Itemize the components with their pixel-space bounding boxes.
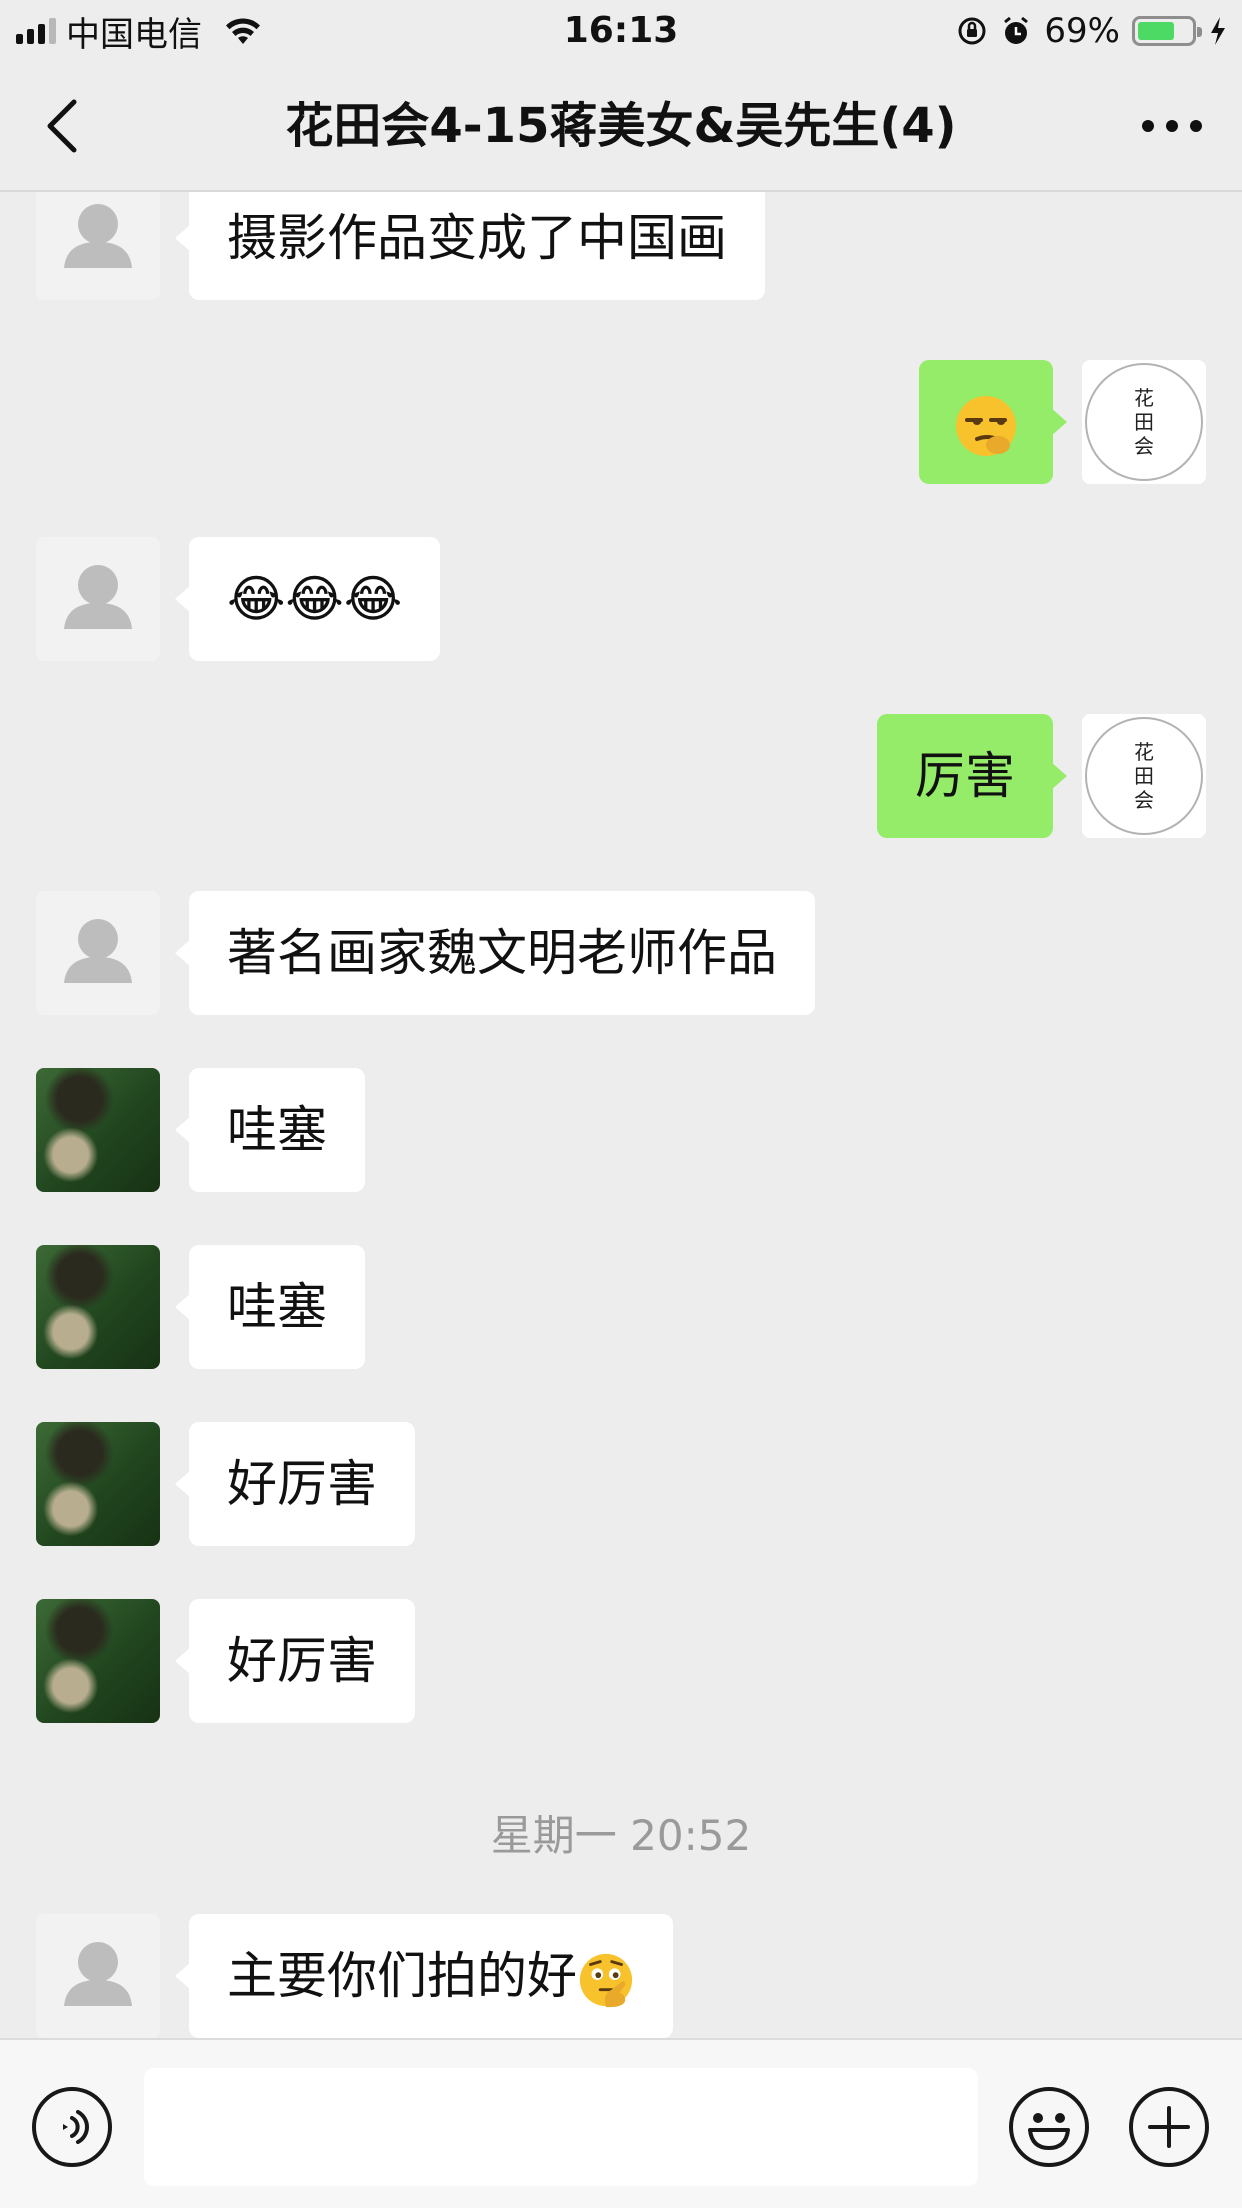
thinking-emoji [579,1953,633,2007]
user-photo-avatar[interactable] [36,1599,160,1723]
emoji-button[interactable] [1009,2087,1089,2167]
message-input[interactable] [144,2068,978,2186]
message-text: 主要你们拍的好 [227,1947,577,2005]
user-photo-avatar[interactable] [36,1422,160,1546]
more-options-icon[interactable] [1142,106,1202,146]
battery-icon [1132,16,1202,46]
voice-icon [63,2110,89,2144]
default-avatar[interactable] [36,891,160,1015]
smiley-icon [1028,2113,1070,2150]
avatar-logo-text: 花田会 [1134,740,1154,812]
default-person-icon [64,1942,132,2006]
battery-percent: 69% [1044,11,1120,51]
status-right: 69% [956,8,1228,54]
user-photo-avatar[interactable] [36,1068,160,1192]
plus-icon [1148,2106,1190,2148]
message-timestamp: 星期一 20:52 [490,1811,752,1860]
battery-level [1138,22,1174,40]
message-bubble[interactable]: 好厉害 [175,1599,415,1723]
smirk-emoji [956,395,1016,456]
default-avatar[interactable] [36,1914,160,2038]
message-bubble[interactable]: 厉害 [877,714,1067,838]
alarm-icon [1004,16,1029,44]
default-avatar[interactable] [36,537,160,661]
default-person-icon [64,919,132,983]
user-photo-avatar[interactable] [36,1245,160,1369]
message-bubble[interactable]: 主要你们拍的好 [175,1914,673,2038]
message-list[interactable]: 摄影作品变成了中国画 花田会 😂😂😂 花田会 厉害 著名画家魏文明老师作品 哇塞… [0,192,1242,2038]
message-bubble[interactable]: 著名画家魏文明老师作品 [175,891,815,1015]
own-avatar[interactable]: 花田会 [1082,360,1206,484]
input-bar [0,2038,1242,2208]
message-bubble[interactable]: 摄影作品变成了中国画 [175,192,765,300]
avatar-logo-text: 花田会 [1134,386,1154,458]
charging-bolt-icon [1211,17,1225,45]
rotation-lock-icon [958,17,986,45]
message-bubble[interactable] [919,360,1067,484]
own-avatar[interactable]: 花田会 [1082,714,1206,838]
message-bubble[interactable]: 好厉害 [175,1422,415,1546]
default-avatar[interactable] [36,192,160,300]
message-bubble[interactable]: 哇塞 [175,1068,365,1192]
default-person-icon [64,565,132,629]
message-bubble[interactable]: 😂😂😂 [174,537,441,661]
voice-button[interactable] [32,2087,112,2167]
chat-title: 花田会4-15蒋美女&吴先生(4) [285,98,957,154]
chat-header: 花田会4-15蒋美女&吴先生(4) [0,62,1242,192]
default-person-icon [64,204,132,268]
plus-button[interactable] [1129,2087,1209,2167]
message-bubble[interactable]: 哇塞 [175,1245,365,1369]
status-bar: 中国电信 16:13 69% [0,0,1242,62]
